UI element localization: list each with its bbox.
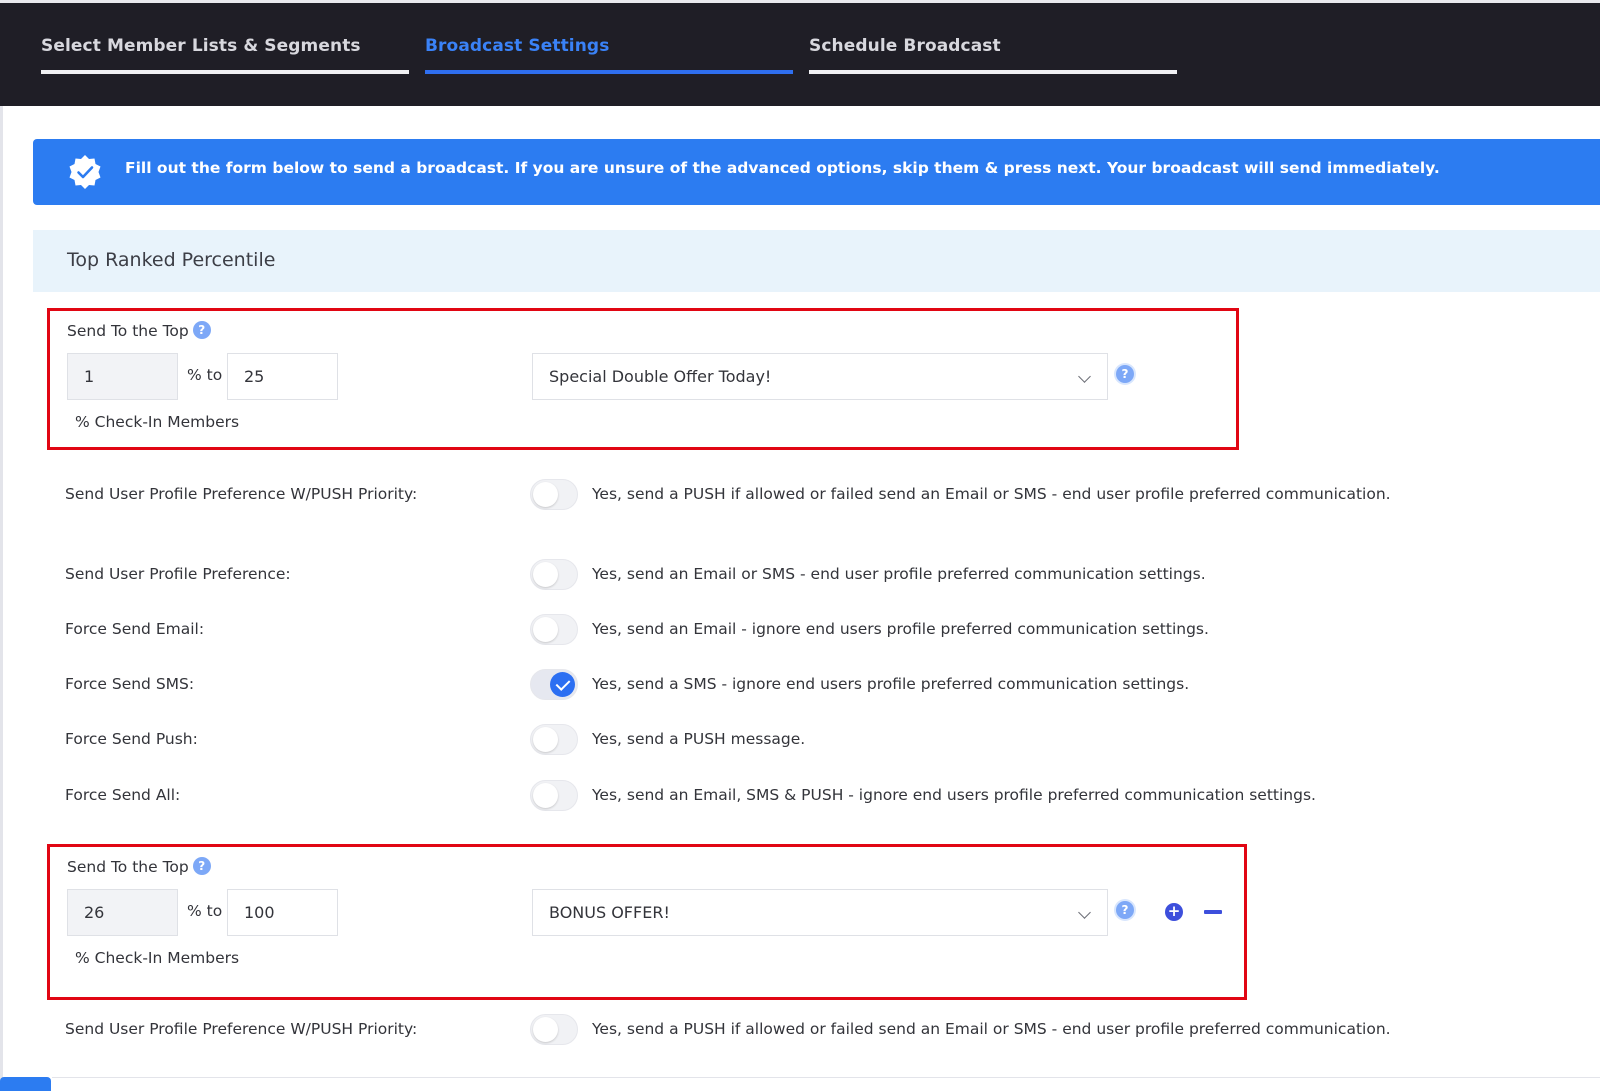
tab-label: Broadcast Settings (425, 36, 610, 56)
option-row-push-priority: Send User Profile Preference W/PUSH Prio… (0, 1013, 1600, 1047)
option-label: Force Send Push: (65, 730, 198, 748)
option-label: Send User Profile Preference W/PUSH Prio… (65, 485, 418, 503)
toggle-knob (533, 482, 558, 507)
option-description: Yes, send an Email - ignore end users pr… (592, 620, 1209, 638)
section-header: Top Ranked Percentile (33, 230, 1600, 292)
option-description: Yes, send a PUSH message. (592, 730, 806, 748)
tab-underline (809, 70, 1177, 74)
force-sms-toggle[interactable] (530, 669, 578, 700)
offer-select-value: BONUS OFFER! (549, 903, 670, 922)
tier-label: Send To the Top? (67, 857, 211, 876)
toggle-knob (533, 1017, 558, 1042)
option-description: Yes, send an Email, SMS & PUSH - ignore … (592, 786, 1316, 804)
help-icon[interactable]: ? (1116, 901, 1134, 919)
option-row-force-sms: Force Send SMS: Yes, send a SMS - ignore… (0, 668, 1600, 702)
help-icon[interactable]: ? (192, 857, 211, 875)
option-row-force-push: Force Send Push: Yes, send a PUSH messag… (0, 723, 1600, 757)
profile-preference-toggle[interactable] (530, 559, 578, 590)
left-border (0, 106, 3, 1091)
force-email-toggle[interactable] (530, 614, 578, 645)
header-top-edge (0, 0, 1600, 3)
push-priority-toggle[interactable] (530, 1014, 578, 1045)
option-row-force-all: Force Send All: Yes, send an Email, SMS … (0, 779, 1600, 813)
option-row-force-email: Force Send Email: Yes, send an Email - i… (0, 613, 1600, 647)
chevron-down-icon (1078, 370, 1091, 383)
info-banner: Fill out the form below to send a broadc… (33, 139, 1600, 205)
percentile-to-input[interactable]: 25 (227, 353, 338, 400)
percentile-from-input[interactable]: 26 (67, 889, 178, 936)
tab-label: Select Member Lists & Segments (41, 36, 361, 56)
add-tier-icon[interactable]: + (1165, 903, 1183, 921)
tab-label: Schedule Broadcast (809, 36, 1001, 56)
remove-tier-icon[interactable] (1204, 910, 1222, 914)
percent-to-label: % to (187, 366, 223, 384)
tab-underline (425, 70, 793, 74)
wizard-header: Select Member Lists & Segments Broadcast… (0, 0, 1600, 106)
chevron-down-icon (1078, 906, 1091, 919)
tier-label-text: Send To the Top (67, 322, 189, 340)
bottom-scroll-tab[interactable] (0, 1077, 51, 1091)
option-label: Force Send SMS: (65, 675, 195, 693)
tab-select-member-lists[interactable]: Select Member Lists & Segments (41, 36, 409, 74)
tab-underline (41, 70, 409, 74)
check-badge-icon (69, 155, 101, 189)
toggle-knob (533, 562, 558, 587)
check-icon (550, 672, 575, 697)
tier-label: Send To the Top? (67, 321, 211, 340)
offer-select-value: Special Double Offer Today! (549, 367, 772, 386)
banner-text: Fill out the form below to send a broadc… (125, 159, 1440, 177)
push-priority-toggle[interactable] (530, 479, 578, 510)
option-label: Force Send Email: (65, 620, 205, 638)
option-label: Send User Profile Preference: (65, 565, 291, 583)
tier-label-text: Send To the Top (67, 858, 189, 876)
percentile-tier-1: Send To the Top? 1 % to 25 % Check-In Me… (47, 308, 1239, 450)
check-in-members-label: % Check-In Members (75, 413, 240, 431)
force-push-toggle[interactable] (530, 724, 578, 755)
bottom-divider (52, 1077, 1600, 1078)
option-description: Yes, send a SMS - ignore end users profi… (592, 675, 1190, 693)
percentile-from-input[interactable]: 1 (67, 353, 178, 400)
section-title: Top Ranked Percentile (67, 249, 276, 271)
offer-select[interactable]: Special Double Offer Today! (532, 353, 1108, 400)
percentile-tier-2: Send To the Top? 26 % to 100 % Check-In … (47, 844, 1247, 1000)
toggle-knob (533, 617, 558, 642)
toggle-knob (533, 727, 558, 752)
help-icon[interactable]: ? (192, 321, 211, 339)
toggle-knob (533, 783, 558, 808)
tab-schedule-broadcast[interactable]: Schedule Broadcast (809, 36, 1177, 74)
option-label: Send User Profile Preference W/PUSH Prio… (65, 1020, 418, 1038)
tab-broadcast-settings[interactable]: Broadcast Settings (425, 36, 793, 74)
option-description: Yes, send a PUSH if allowed or failed se… (592, 485, 1391, 503)
option-description: Yes, send a PUSH if allowed or failed se… (592, 1020, 1391, 1038)
option-row-profile-preference: Send User Profile Preference: Yes, send … (0, 558, 1600, 592)
check-in-members-label: % Check-In Members (75, 949, 240, 967)
force-all-toggle[interactable] (530, 780, 578, 811)
percent-to-label: % to (187, 902, 223, 920)
option-label: Force Send All: (65, 786, 181, 804)
help-icon[interactable]: ? (1116, 365, 1134, 383)
option-description: Yes, send an Email or SMS - end user pro… (592, 565, 1206, 583)
offer-select[interactable]: BONUS OFFER! (532, 889, 1108, 936)
percentile-to-input[interactable]: 100 (227, 889, 338, 936)
option-row-push-priority: Send User Profile Preference W/PUSH Prio… (0, 478, 1600, 512)
